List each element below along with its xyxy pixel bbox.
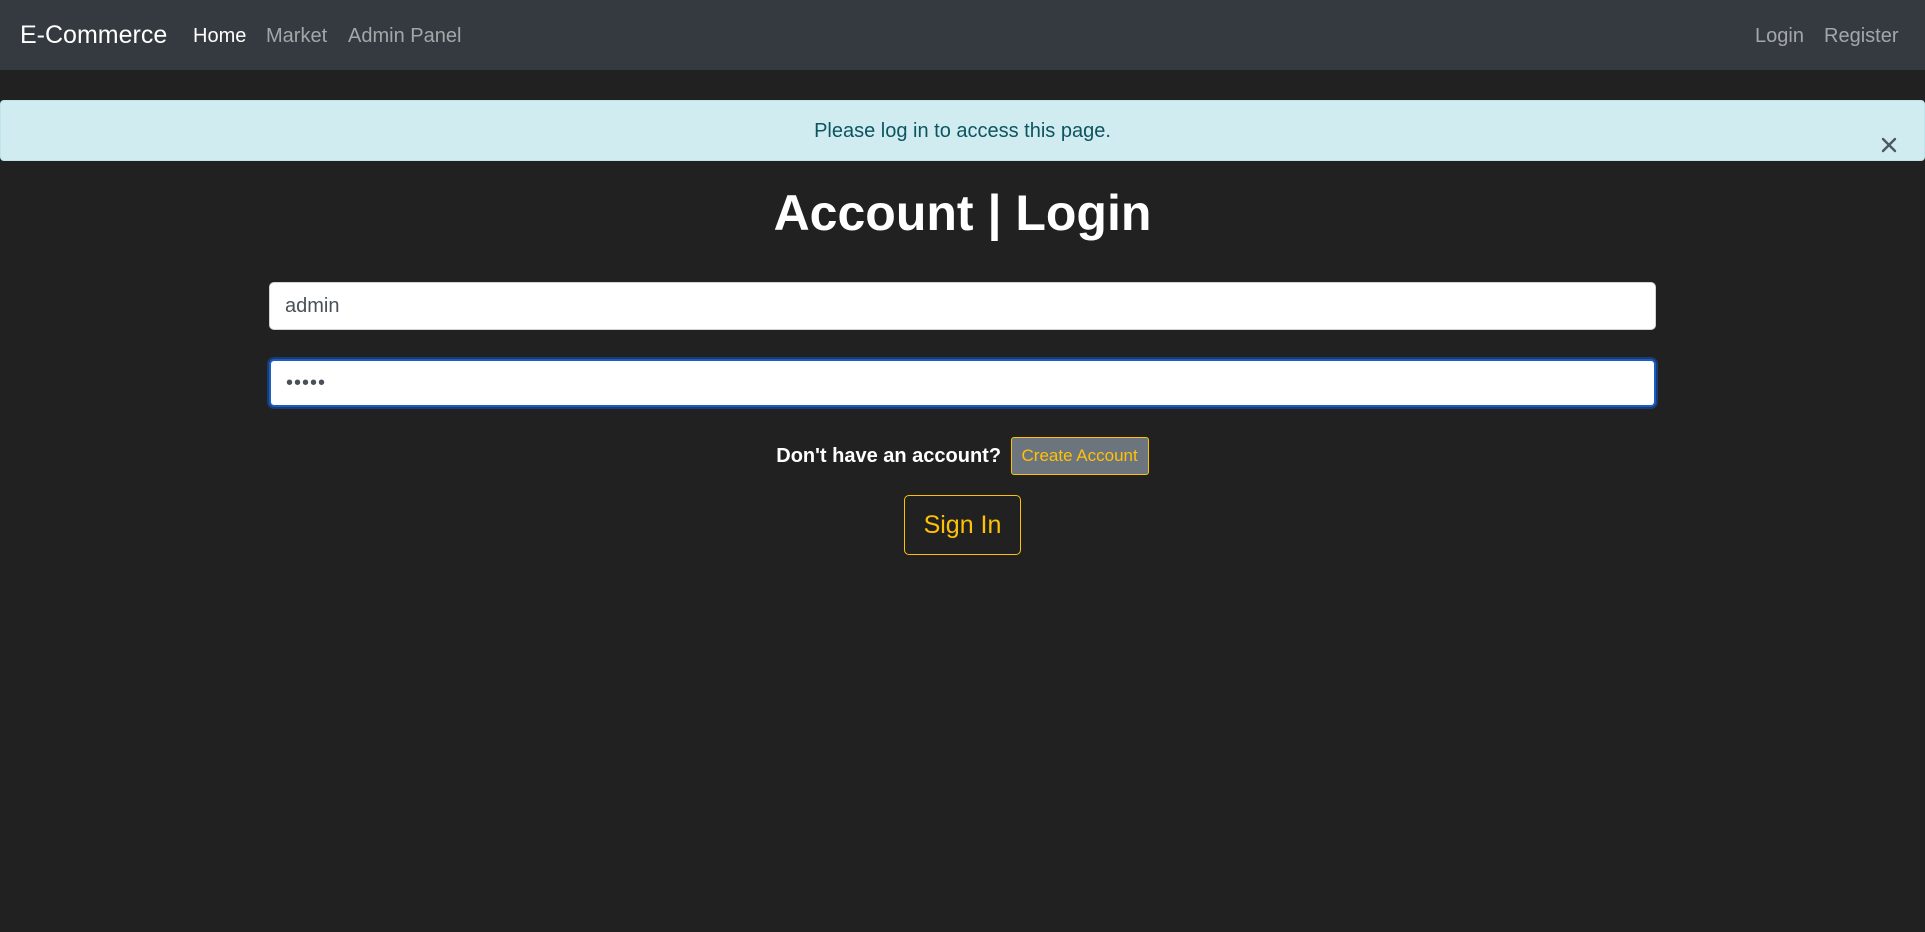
- sign-in-button[interactable]: Sign In: [904, 495, 1021, 555]
- info-alert: Please log in to access this page.: [0, 100, 1925, 161]
- signup-row: Don't have an account? Create Account: [0, 437, 1925, 475]
- nav-login-link[interactable]: Login: [1755, 24, 1804, 48]
- nav-admin-panel-link[interactable]: Admin Panel: [348, 24, 461, 48]
- nav-register-link[interactable]: Register: [1824, 24, 1898, 48]
- brand-link[interactable]: E-Commerce: [20, 20, 167, 50]
- username-input[interactable]: [269, 282, 1656, 330]
- signup-prompt: Don't have an account?: [776, 445, 1002, 467]
- alert-message: Please log in to access this page.: [814, 120, 1111, 142]
- password-input[interactable]: [269, 359, 1656, 407]
- nav-market-link[interactable]: Market: [266, 24, 327, 48]
- nav-home-link[interactable]: Home: [193, 24, 246, 48]
- page-title: Account | Login: [773, 185, 1152, 241]
- close-icon[interactable]: [1878, 120, 1900, 153]
- create-account-button[interactable]: Create Account: [1010, 437, 1149, 475]
- navbar: E-Commerce Home Market Admin Panel Login…: [0, 0, 1925, 70]
